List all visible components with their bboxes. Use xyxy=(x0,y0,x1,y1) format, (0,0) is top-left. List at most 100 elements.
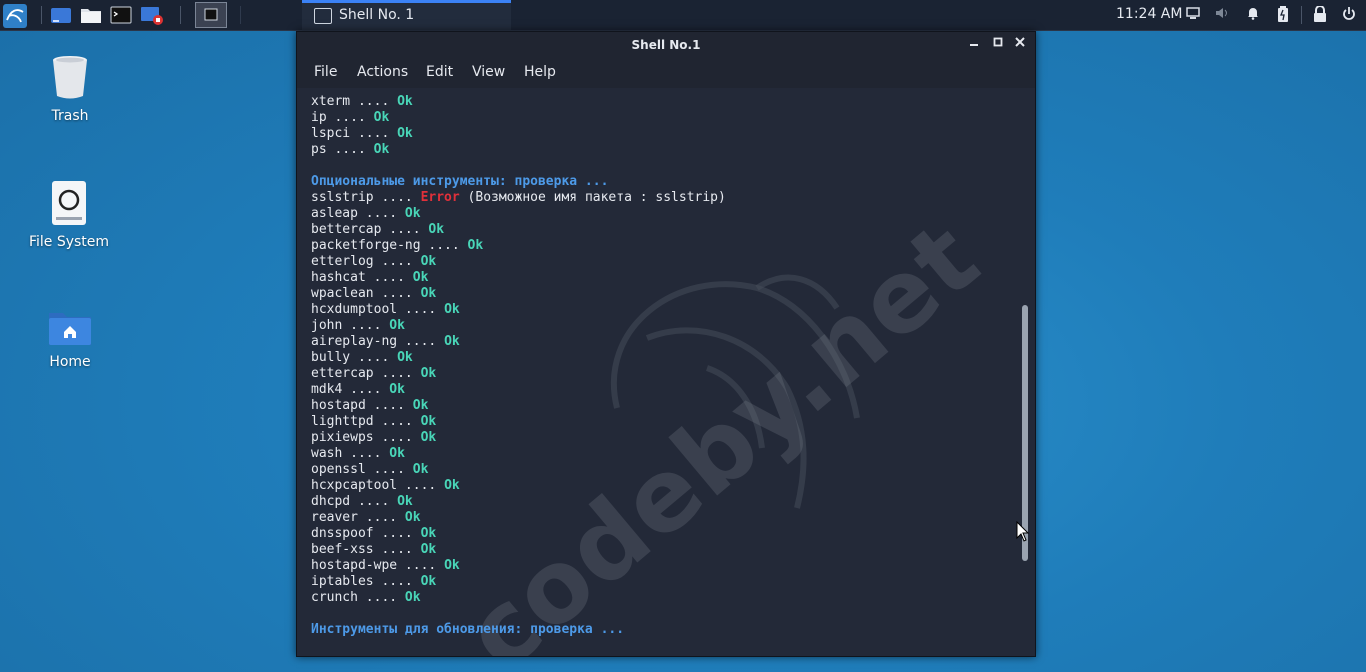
power-icon[interactable] xyxy=(1342,6,1356,27)
status-ok: Ok xyxy=(373,110,390,125)
tool-check-text: bully .... xyxy=(311,350,390,365)
desktop-icon-label: Home xyxy=(49,354,91,370)
tool-check-text: reaver .... xyxy=(311,510,398,525)
menu-help[interactable]: Help xyxy=(524,64,556,80)
terminal-line: hostapd-wpe .... Ok xyxy=(311,558,460,574)
panel-separator xyxy=(240,6,241,24)
status-ok: Ok xyxy=(397,126,413,141)
trash-icon xyxy=(53,56,87,99)
file-manager-icon[interactable] xyxy=(80,4,102,26)
status-ok: Ok xyxy=(389,446,405,461)
screen-record-icon[interactable] xyxy=(140,4,163,26)
desktop-icon-trash[interactable]: Trash xyxy=(15,54,125,124)
section-header-text: Опциональные инструменты: проверка ... xyxy=(311,174,609,189)
top-panel: Shell No. 1 11:24 AM xyxy=(0,0,1366,31)
terminal-line: pixiewps .... Ok xyxy=(311,430,436,446)
tool-check-text: hostapd .... xyxy=(311,398,405,413)
terminal-line: dhcpd .... Ok xyxy=(311,494,413,510)
window-title: Shell No.1 xyxy=(631,38,701,52)
tool-check-text: hcxpcaptool .... xyxy=(311,478,437,493)
menu-file[interactable]: File xyxy=(314,64,337,80)
status-ok: Ok xyxy=(404,206,421,221)
terminal-line: lspci .... Ok xyxy=(311,126,413,142)
terminal-line: hashcat .... Ok xyxy=(311,270,428,286)
desktop-icon-home[interactable]: Home xyxy=(15,310,125,370)
status-error: Error xyxy=(420,190,460,205)
status-ok: Ok xyxy=(444,478,460,493)
menu-bar: File Actions Edit View Help xyxy=(297,58,1035,88)
display-icon[interactable] xyxy=(1186,6,1200,25)
drive-icon xyxy=(52,181,86,225)
terminal-line: john .... Ok xyxy=(311,318,405,334)
maximize-button[interactable] xyxy=(989,35,1007,53)
menu-actions[interactable]: Actions xyxy=(357,64,408,80)
tool-check-text: dhcpd .... xyxy=(311,494,390,509)
terminal-line: xterm .... Ok xyxy=(311,94,413,110)
tool-check-text: crunch .... xyxy=(311,590,398,605)
terminal-output[interactable]: codeby.net xterm .... Ok ip .... Ok lspci … xyxy=(297,88,1021,656)
tool-check-text: beef-xss .... xyxy=(311,542,413,557)
tool-check-text: dnsspoof .... xyxy=(311,526,413,541)
status-ok: Ok xyxy=(444,558,460,573)
tool-check-text: lspci .... xyxy=(311,126,390,141)
status-ok: Ok xyxy=(420,366,437,381)
tool-check-text: iptables .... xyxy=(311,574,413,589)
tool-check-text: etterlog .... xyxy=(311,254,413,269)
battery-icon[interactable] xyxy=(1277,6,1289,27)
status-ok: Ok xyxy=(444,302,460,317)
kali-menu-icon[interactable] xyxy=(3,4,27,28)
terminal-icon[interactable] xyxy=(110,4,132,26)
lock-screen-icon[interactable] xyxy=(1313,5,1327,27)
section-header-text: Инструменты для обновления: проверка ... xyxy=(311,622,625,637)
status-ok: Ok xyxy=(420,286,437,301)
close-button[interactable] xyxy=(1011,35,1029,53)
panel-separator xyxy=(180,6,181,24)
taskbar-shell-button[interactable]: Shell No. 1 xyxy=(302,0,511,30)
desktop-icon-label: File System xyxy=(28,234,110,250)
tool-check-text: openssl .... xyxy=(311,462,405,477)
tool-check-text: lighttpd .... xyxy=(311,414,413,429)
menu-view[interactable]: View xyxy=(472,64,505,80)
terminal-line: crunch .... Ok xyxy=(311,590,421,606)
home-folder-icon xyxy=(49,313,91,345)
section-header: Инструменты для обновления: проверка ... xyxy=(311,622,624,638)
tool-check-text: wpaclean .... xyxy=(311,286,413,301)
terminal-line: hostapd .... Ok xyxy=(311,398,428,414)
terminal-line: sslstrip .... Error (Возможное имя пакет… xyxy=(311,190,726,206)
terminal-line: iptables .... Ok xyxy=(311,574,436,590)
terminal-line: hcxpcaptool .... Ok xyxy=(311,478,460,494)
status-ok: Ok xyxy=(420,430,437,445)
workspace-1-icon[interactable] xyxy=(195,2,227,28)
terminal-window[interactable]: Shell No.1 File Actions Edit View Help c… xyxy=(296,31,1036,657)
tool-check-text: bettercap .... xyxy=(311,222,421,237)
desktop-icon-label: Trash xyxy=(51,108,89,124)
section-header: Опциональные инструменты: проверка ... xyxy=(311,174,608,190)
show-desktop-icon[interactable] xyxy=(50,4,72,26)
mouse-cursor-icon xyxy=(1016,521,1030,542)
terminal-line: ettercap .... Ok xyxy=(311,366,436,382)
status-ok: Ok xyxy=(397,350,413,365)
minimize-button[interactable] xyxy=(965,35,983,53)
desktop-icon-file-system[interactable]: File System xyxy=(14,180,124,250)
clock[interactable]: 11:24 AM xyxy=(1116,6,1182,22)
tool-check-text: mdk4 .... xyxy=(311,382,382,397)
terminal-line: packetforge-ng .... Ok xyxy=(311,238,483,254)
status-ok: Ok xyxy=(412,270,429,285)
tool-check-text: ettercap .... xyxy=(311,366,413,381)
status-ok: Ok xyxy=(467,238,484,253)
terminal-line: ip .... Ok xyxy=(311,110,389,126)
notifications-icon[interactable] xyxy=(1246,6,1260,25)
terminal-line: hcxdumptool .... Ok xyxy=(311,302,460,318)
menu-edit[interactable]: Edit xyxy=(426,64,453,80)
status-ok: Ok xyxy=(412,398,429,413)
tool-check-text: aireplay-ng .... xyxy=(311,334,437,349)
status-ok: Ok xyxy=(420,526,437,541)
volume-icon[interactable] xyxy=(1215,6,1231,25)
status-ok: Ok xyxy=(397,494,413,509)
tool-check-text: hcxdumptool .... xyxy=(311,302,437,317)
status-ok: Ok xyxy=(389,318,405,333)
terminal-line: bully .... Ok xyxy=(311,350,413,366)
tool-check-text: pixiewps .... xyxy=(311,430,413,445)
terminal-line: lighttpd .... Ok xyxy=(311,414,436,430)
window-titlebar[interactable]: Shell No.1 xyxy=(297,32,1035,58)
